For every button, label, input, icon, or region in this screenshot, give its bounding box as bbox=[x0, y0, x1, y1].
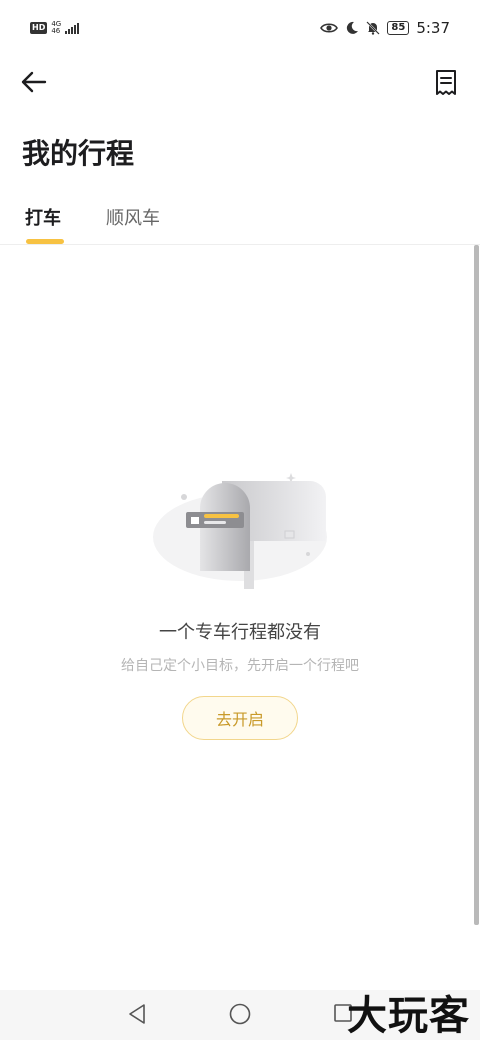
empty-state-title: 一个专车行程都没有 bbox=[159, 622, 321, 643]
start-trip-button[interactable]: 去开启 bbox=[182, 696, 298, 740]
empty-mailbox-illustration bbox=[153, 473, 327, 589]
back-button[interactable] bbox=[18, 66, 50, 98]
network-sub: 46 bbox=[51, 27, 61, 35]
eye-icon bbox=[320, 23, 339, 33]
hd-badge: HD bbox=[30, 22, 48, 34]
empty-state-subtitle: 给自己定个小目标，先开启一个行程吧 bbox=[121, 658, 359, 674]
receipt-button[interactable] bbox=[432, 68, 460, 98]
tab-taxi[interactable]: 打车 bbox=[25, 204, 61, 230]
nav-home-icon[interactable] bbox=[229, 1003, 251, 1025]
bell-muted-icon bbox=[366, 21, 381, 35]
arrow-left-icon bbox=[21, 71, 47, 93]
top-bar bbox=[0, 56, 480, 108]
watermark-logo: 大玩客 bbox=[347, 992, 470, 1039]
moon-icon bbox=[347, 21, 359, 34]
nav-back-icon[interactable] bbox=[126, 1002, 148, 1026]
status-right: 85 5:37 bbox=[320, 19, 450, 37]
receipt-icon bbox=[436, 70, 456, 95]
page-title: 我的行程 bbox=[22, 137, 135, 170]
tab-carpool[interactable]: 顺风车 bbox=[106, 204, 160, 230]
signal-icon bbox=[65, 22, 80, 34]
status-bar: HD 4G 46 85 5:37 bbox=[0, 0, 480, 56]
scrollbar[interactable] bbox=[474, 245, 479, 925]
clock: 5:37 bbox=[416, 19, 450, 37]
network-label: 4G 46 bbox=[51, 21, 61, 35]
content-area: 一个专车行程都没有 给自己定个小目标，先开启一个行程吧 去开启 bbox=[0, 245, 480, 990]
battery-indicator: 85 bbox=[387, 21, 410, 35]
tab-bar: 打车 顺风车 bbox=[0, 196, 480, 244]
status-left: HD 4G 46 bbox=[30, 21, 80, 35]
